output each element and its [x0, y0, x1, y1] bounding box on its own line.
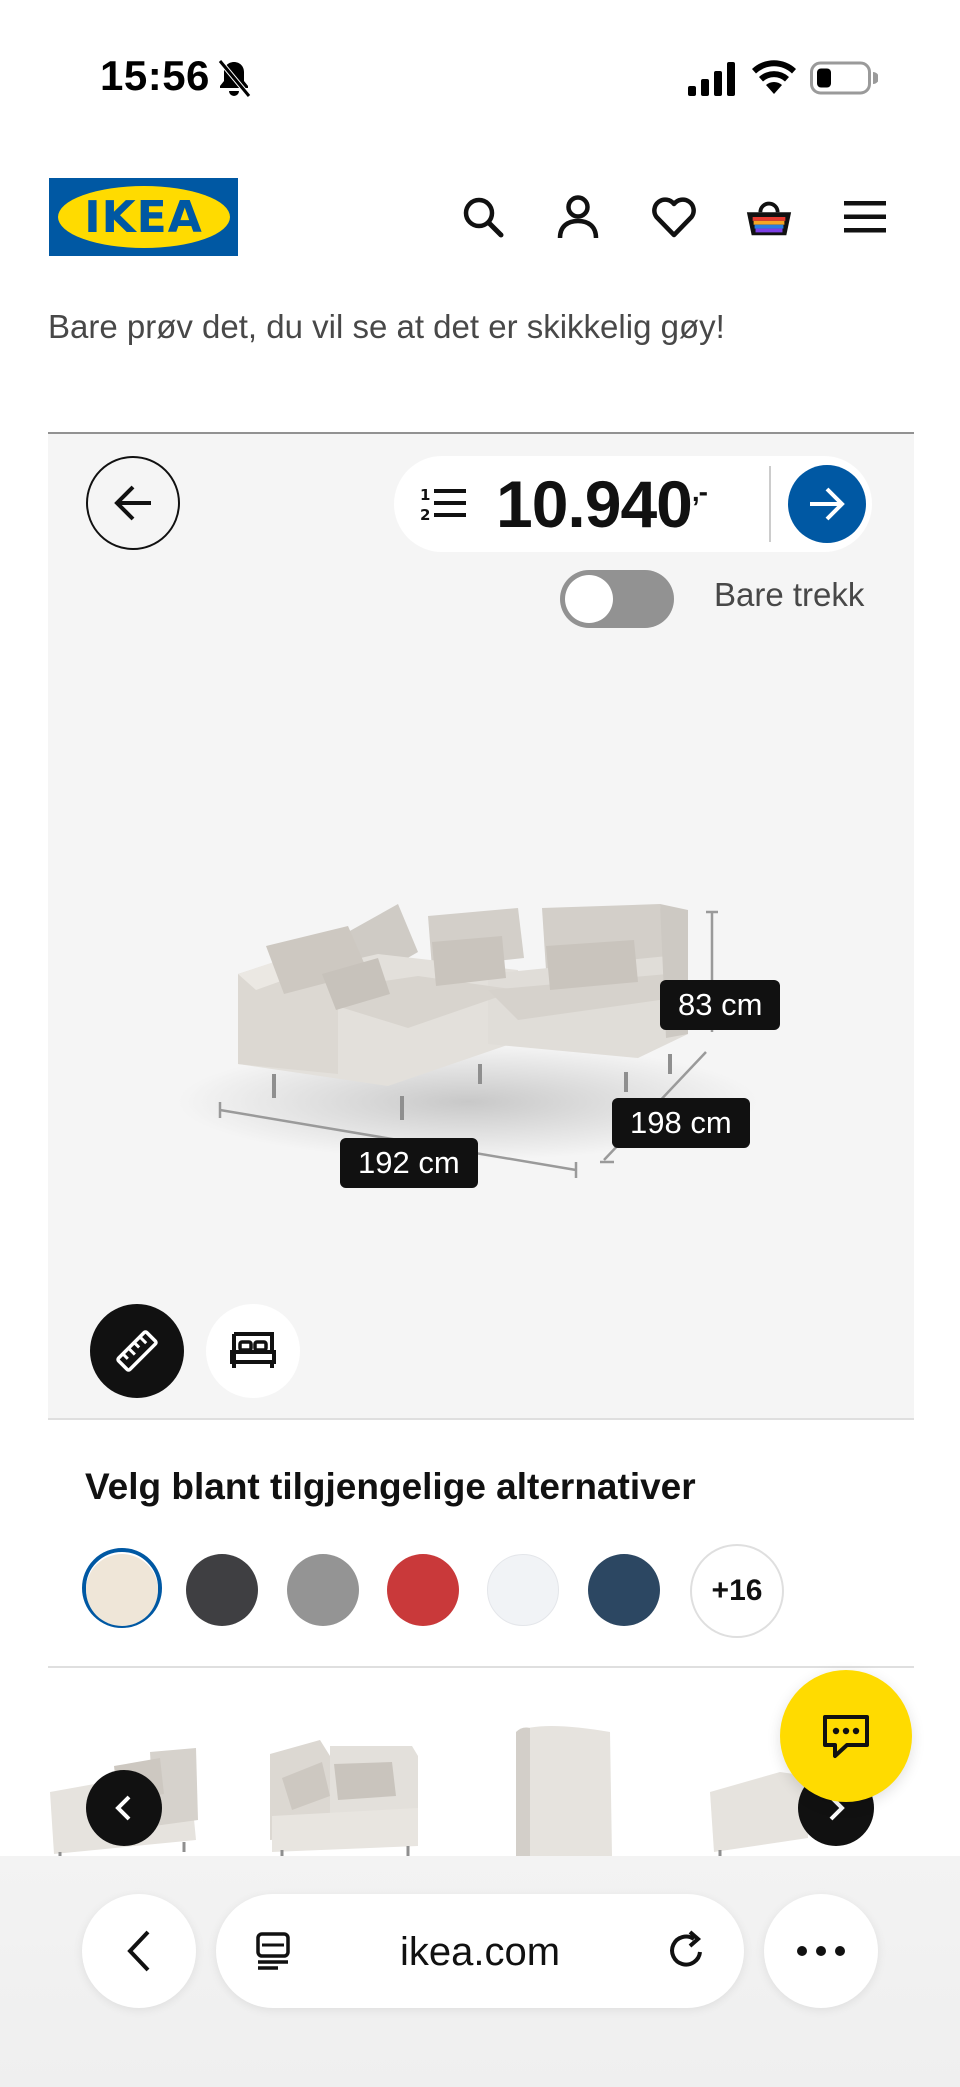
bell-muted-icon — [218, 59, 251, 98]
section-divider — [48, 1418, 914, 1420]
ikea-logo[interactable]: IKEA — [49, 178, 238, 256]
svg-text:2: 2 — [420, 506, 430, 524]
section-divider — [48, 1666, 914, 1668]
cellular-signal-icon — [688, 62, 735, 96]
back-button[interactable] — [86, 456, 180, 550]
toggle-knob — [565, 575, 613, 623]
dimension-depth: 198 cm — [612, 1098, 750, 1148]
price-summary: 1 2 10.940,- — [394, 456, 872, 552]
reload-icon[interactable] — [666, 1930, 708, 1972]
basket-icon[interactable] — [744, 192, 794, 242]
account-icon[interactable] — [553, 192, 603, 242]
more-colors-button[interactable]: +16 — [690, 1544, 784, 1638]
ruler-icon — [116, 1330, 158, 1372]
color-swatch-white[interactable] — [487, 1554, 559, 1626]
wifi-icon — [752, 60, 796, 94]
module-corner-seat[interactable] — [270, 1740, 418, 1856]
chat-bubble-icon — [823, 1715, 869, 1758]
browser-toolbar: ikea.com — [0, 1856, 960, 2087]
measure-tool-button[interactable] — [90, 1304, 184, 1398]
logo-text: IKEA — [84, 191, 203, 243]
heart-icon[interactable] — [649, 192, 699, 242]
options-title: Velg blant tilgjengelige alternativer — [85, 1466, 696, 1507]
svg-text:1: 1 — [420, 486, 430, 504]
module-chaise-longue-2[interactable] — [710, 1772, 808, 1856]
color-swatch-red[interactable] — [387, 1554, 459, 1626]
price-suffix: ,- — [691, 476, 708, 507]
color-swatch-dark-blue[interactable] — [588, 1554, 660, 1626]
status-time: 15:56 — [100, 52, 210, 99]
module-armrest[interactable] — [516, 1726, 612, 1856]
dimension-height: 83 cm — [660, 980, 781, 1030]
price: 10.940,- — [496, 466, 708, 542]
carousel-prev-button[interactable] — [86, 1770, 162, 1846]
browser-back-button[interactable] — [82, 1894, 196, 2008]
continue-button[interactable] — [788, 465, 866, 543]
chevron-left-icon — [115, 1795, 131, 1821]
battery-icon — [810, 61, 878, 95]
cover-only-label: Bare trekk — [714, 576, 865, 613]
chat-support-button[interactable] — [780, 1670, 912, 1802]
logo-oval: IKEA — [57, 186, 230, 248]
browser-more-button[interactable] — [764, 1894, 878, 2008]
site-header: IKEA — [0, 170, 960, 270]
sofa-configurator: 1 2 10.940,- Bare trekk 83 cm 198 cm 192… — [48, 432, 914, 1418]
url-text: ikea.com — [399, 1930, 561, 1974]
room-view-button[interactable] — [206, 1304, 300, 1398]
more-dots-icon — [797, 1946, 845, 1956]
tagline: Bare prøv det, du vil se at det er skikk… — [48, 308, 725, 345]
pill-divider — [769, 466, 771, 542]
color-swatch-beige[interactable] — [86, 1554, 158, 1626]
status-bar: 15:56 — [0, 0, 960, 160]
price-value: 10.940 — [496, 467, 693, 541]
bed-icon — [230, 1332, 276, 1368]
search-icon[interactable] — [458, 192, 508, 242]
menu-icon[interactable] — [840, 192, 890, 242]
cover-only-toggle[interactable] — [560, 570, 674, 628]
address-bar[interactable]: ikea.com — [216, 1894, 744, 2008]
chevron-left-icon — [127, 1930, 150, 1972]
color-swatch-dark-grey[interactable] — [186, 1554, 258, 1626]
numbered-list-icon[interactable]: 1 2 — [420, 484, 466, 524]
dimension-width: 192 cm — [340, 1138, 478, 1188]
color-swatch-grey[interactable] — [287, 1554, 359, 1626]
